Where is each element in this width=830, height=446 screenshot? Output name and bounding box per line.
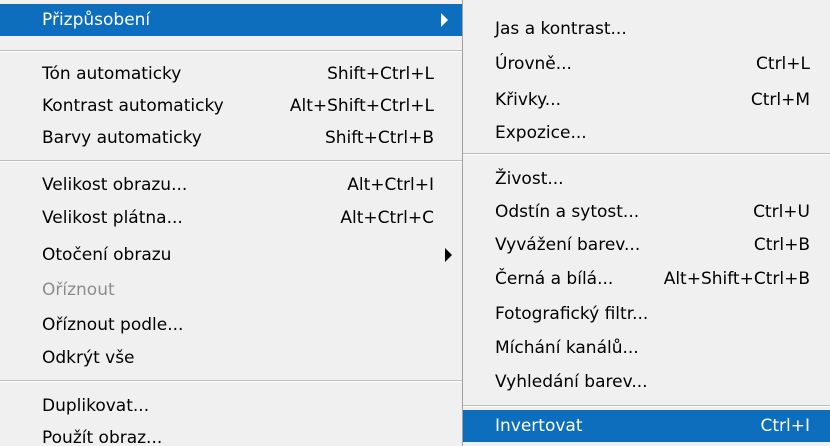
menu-item-shortcut: Ctrl+U (753, 202, 810, 222)
menu-item-velikost-obrazu[interactable]: Velikost obrazu... Alt+Ctrl+I (0, 169, 462, 201)
submenu-item-krivky[interactable]: Křivky... Ctrl+M (463, 84, 830, 116)
adjustments-submenu: Jas a kontrast... Úrovně... Ctrl+L Křivk… (462, 0, 830, 446)
menu-separator (0, 50, 462, 52)
menu-item-label: Expozice... (495, 123, 587, 143)
menu-separator (0, 160, 462, 162)
menu-item-label: Přizpůsobení (42, 10, 151, 30)
menu-item-label: Odstín a sytost... (495, 202, 640, 222)
submenu-item-michani-kanalu[interactable]: Míchání kanálů... (463, 332, 830, 364)
menu-item-shortcut: Alt+Shift+Ctrl+B (663, 269, 810, 289)
submenu-item-zivost[interactable]: Živost... (463, 163, 830, 195)
submenu-arrow-icon (445, 248, 452, 262)
menu-item-shortcut: Alt+Shift+Ctrl+L (289, 96, 434, 116)
menu-item-label: Kontrast automaticky (42, 96, 224, 116)
submenu-item-cerna-a-bila[interactable]: Černá a bílá... Alt+Shift+Ctrl+B (463, 263, 830, 295)
menu-item-oriznout: Oříznout (0, 274, 462, 306)
menu-item-prizpusobeni[interactable]: Přizpůsobení (0, 4, 462, 36)
submenu-item-odstin-a-sytost[interactable]: Odstín a sytost... Ctrl+U (463, 196, 830, 228)
menu-item-label: Barvy automaticky (42, 128, 202, 148)
menu-item-shortcut: Shift+Ctrl+L (327, 64, 434, 84)
menu-item-ton-automaticky[interactable]: Tón automaticky Shift+Ctrl+L (0, 58, 462, 90)
menu-item-odkryt-vse[interactable]: Odkrýt vše (0, 342, 462, 374)
menu-item-shortcut: Ctrl+I (760, 416, 810, 436)
menu-separator (463, 153, 830, 155)
submenu-arrow-icon (441, 13, 448, 27)
menu-item-label: Velikost plátna... (42, 208, 183, 228)
menu-item-oriznout-podle[interactable]: Oříznout podle... (0, 309, 462, 341)
menu-separator (0, 380, 462, 382)
menu-item-label: Úrovně... (495, 54, 572, 74)
menu-item-label: Velikost obrazu... (42, 175, 188, 195)
submenu-item-fotograficky-filtr[interactable]: Fotografický filtr... (463, 298, 830, 330)
menu-separator (463, 405, 830, 407)
image-menu: Přizpůsobení Tón automaticky Shift+Ctrl+… (0, 0, 462, 446)
menu-item-shortcut: Shift+Ctrl+B (324, 128, 434, 148)
menu-item-label: Oříznout (42, 280, 115, 300)
menu-item-shortcut: Alt+Ctrl+I (347, 175, 434, 195)
submenu-item-vyvazeni-barev[interactable]: Vyvážení barev... Ctrl+B (463, 229, 830, 261)
menu-item-label: Otočení obrazu (42, 245, 172, 265)
menu-item-label: Vyvážení barev... (495, 235, 641, 255)
submenu-item-vyhledani-barev[interactable]: Vyhledání barev... (463, 366, 830, 398)
menu-item-label: Použít obraz... (42, 428, 163, 446)
menu-item-shortcut: Ctrl+L (756, 54, 810, 74)
menu-item-kontrast-automaticky[interactable]: Kontrast automaticky Alt+Shift+Ctrl+L (0, 90, 462, 122)
menu-item-label: Fotografický filtr... (495, 304, 649, 324)
submenu-item-invertovat[interactable]: Invertovat Ctrl+I (463, 410, 830, 442)
menu-item-label: Duplikovat... (42, 396, 150, 416)
menu-item-pouzit-obraz[interactable]: Použít obraz... (0, 422, 462, 446)
menu-item-label: Oříznout podle... (42, 315, 184, 335)
menu-item-label: Vyhledání barev... (495, 372, 648, 392)
menu-item-shortcut: Ctrl+M (750, 90, 810, 110)
menu-item-shortcut: Alt+Ctrl+C (340, 208, 434, 228)
menu-item-label: Invertovat (495, 416, 583, 436)
menu-item-label: Černá a bílá... (495, 269, 614, 289)
menu-item-velikost-platna[interactable]: Velikost plátna... Alt+Ctrl+C (0, 202, 462, 234)
menu-item-barvy-automaticky[interactable]: Barvy automaticky Shift+Ctrl+B (0, 122, 462, 154)
menu-item-label: Křivky... (495, 90, 562, 110)
submenu-item-urovne[interactable]: Úrovně... Ctrl+L (463, 48, 830, 80)
menu-item-label: Živost... (495, 169, 564, 189)
menu-item-label: Odkrýt vše (42, 348, 135, 368)
submenu-item-expozice[interactable]: Expozice... (463, 117, 830, 149)
menu-item-shortcut: Ctrl+B (753, 235, 810, 255)
menu-item-label: Míchání kanálů... (495, 338, 639, 358)
menu-item-otoceni-obrazu[interactable]: Otočení obrazu (0, 239, 462, 271)
menu-item-label: Jas a kontrast... (495, 19, 627, 39)
menu-item-label: Tón automaticky (42, 64, 182, 84)
submenu-item-jas-a-kontrast[interactable]: Jas a kontrast... (463, 13, 830, 45)
menu-item-duplikovat[interactable]: Duplikovat... (0, 390, 462, 422)
